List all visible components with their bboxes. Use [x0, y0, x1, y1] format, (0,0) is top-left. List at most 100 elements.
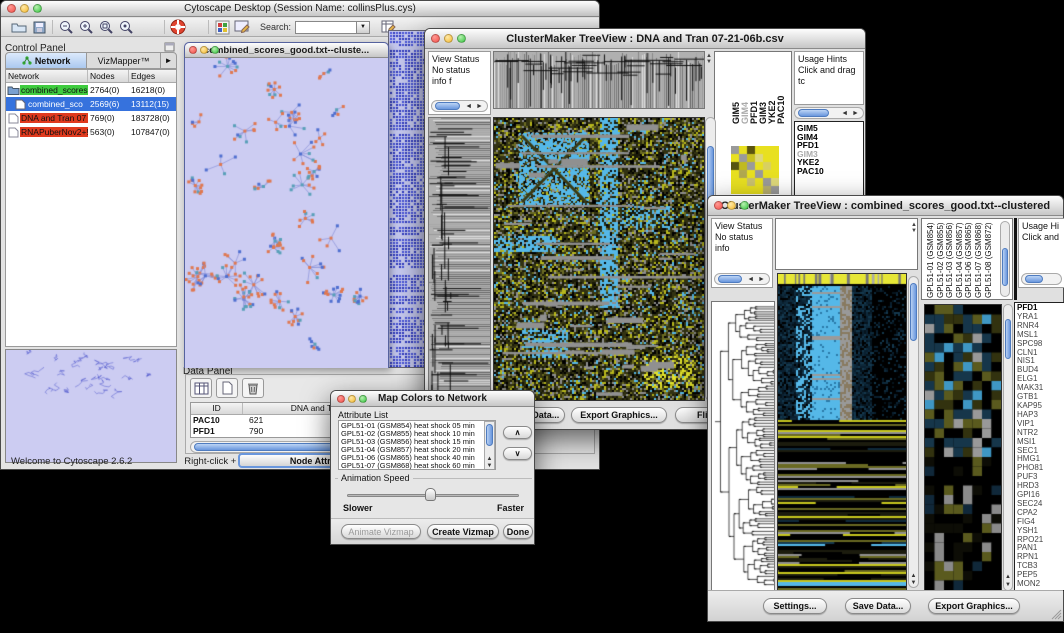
delete-attribute-trash-icon[interactable]: [242, 378, 264, 398]
tv2-settings-button[interactable]: Settings...: [763, 598, 827, 614]
tv2-hints-scrollbar[interactable]: [1021, 273, 1062, 285]
scroll-down-icon[interactable]: ▼: [909, 580, 918, 586]
column-label[interactable]: GPL51-06 (GSM865): [964, 222, 973, 298]
tv2-detail-heatmap-panel[interactable]: [924, 304, 1002, 591]
tv1-export-graphics-button[interactable]: Export Graphics...: [571, 407, 667, 423]
network-row-dna-tran[interactable]: DNA and Tran 07 769(0) 183728(0): [6, 111, 176, 125]
treeview1-titlebar[interactable]: ClusterMaker TreeView : DNA and Tran 07-…: [425, 29, 865, 49]
tv2-gene-vscrollbar[interactable]: ▲ ▼: [1003, 304, 1013, 591]
zoom-window-icon[interactable]: [211, 46, 219, 54]
network-view-titlebar[interactable]: combined_scores_good.txt--cluste...: [185, 43, 388, 58]
minimize-icon[interactable]: [200, 46, 208, 54]
scroll-arrows-icon[interactable]: ◄ ►: [841, 110, 863, 117]
column-label[interactable]: PAC10: [776, 96, 786, 124]
tv2-heatmap-panel[interactable]: [777, 273, 907, 591]
column-label[interactable]: GPL51-04 (GSM857): [955, 222, 964, 298]
zoom-selected-icon[interactable]: [116, 19, 136, 35]
zoom-fit-icon[interactable]: [96, 19, 116, 35]
minimize-icon[interactable]: [20, 4, 29, 13]
close-icon[interactable]: [337, 395, 345, 403]
scrollbar-thumb[interactable]: [718, 275, 742, 283]
edit-network-icon[interactable]: [232, 19, 252, 35]
network-row-combined-sco[interactable]: combined_sco 2569(6) 13112(15): [6, 97, 176, 111]
tv2-column-dendrogram-panel[interactable]: [775, 218, 918, 270]
column-label[interactable]: GPL51-07 (GSM868): [974, 222, 983, 298]
tv2-labels-vscrollbar[interactable]: [1000, 221, 1010, 297]
tv2-detail-heatmap[interactable]: [925, 305, 1001, 590]
animate-vizmap-button[interactable]: Animate Vizmap: [341, 524, 421, 539]
col-header-edges[interactable]: Edges: [129, 70, 176, 82]
scroll-arrows-icon[interactable]: ◄ ►: [465, 103, 487, 110]
minimize-icon[interactable]: [348, 395, 356, 403]
tv2-export-graphics-button[interactable]: Export Graphics...: [928, 598, 1020, 614]
close-icon[interactable]: [714, 201, 723, 210]
tv1-heatmap-panel[interactable]: [493, 117, 705, 401]
network-graph-canvas[interactable]: [185, 58, 388, 368]
select-attributes-icon[interactable]: [190, 378, 212, 398]
row-dendrogram[interactable]: [429, 118, 490, 400]
scroll-up-icon[interactable]: ▲: [1004, 574, 1012, 580]
scrollbar-thumb[interactable]: [798, 109, 829, 117]
scrollbar-thumb[interactable]: [435, 102, 460, 110]
minimize-icon[interactable]: [444, 34, 453, 43]
move-attribute-up-button[interactable]: ∧: [503, 426, 532, 439]
close-icon[interactable]: [431, 34, 440, 43]
row-dendrogram[interactable]: [712, 302, 774, 590]
scroll-up-icon[interactable]: ▲: [909, 573, 918, 579]
zoom-window-icon[interactable]: [740, 201, 749, 210]
zoom-out-icon[interactable]: [56, 19, 76, 35]
attribute-item[interactable]: GPL51-07 (GSM868) heat shock 60 min: [341, 462, 493, 470]
column-label[interactable]: GPL51-03 (GSM856): [945, 222, 954, 298]
network-overview-thumbnail[interactable]: [6, 350, 176, 462]
id-column-header[interactable]: ID: [191, 403, 243, 414]
move-attribute-down-button[interactable]: ∨: [503, 447, 532, 460]
tv1-status-scrollbar[interactable]: ◄ ►: [431, 100, 488, 112]
search-input[interactable]: [295, 21, 357, 34]
tab-network[interactable]: Network: [6, 53, 87, 68]
network-overview-panel[interactable]: [5, 349, 177, 463]
zoom-in-icon[interactable]: [76, 19, 96, 35]
dialog-titlebar[interactable]: Map Colors to Network: [331, 391, 534, 407]
attribute-list-vscrollbar[interactable]: ▲ ▼: [484, 421, 495, 470]
tv2-main-heatmap[interactable]: [778, 274, 906, 590]
column-label[interactable]: GPL51-08 (GSM872): [984, 222, 993, 298]
tv1-detail-heatmap[interactable]: [731, 146, 779, 194]
treeview2-titlebar[interactable]: ClusterMaker TreeView : combined_scores_…: [708, 196, 1063, 216]
search-dropdown-icon[interactable]: ▼: [357, 21, 370, 34]
tv2-heatmap-vscrollbar[interactable]: ▲ ▼: [908, 276, 919, 588]
done-button[interactable]: Done: [503, 524, 533, 539]
scrollbar-thumb[interactable]: [910, 283, 917, 341]
minimize-icon[interactable]: [727, 201, 736, 210]
tab-vizmapper[interactable]: VizMapper™: [87, 53, 160, 68]
tv2-status-scrollbar[interactable]: ◄ ►: [714, 273, 770, 285]
tv1-main-heatmap[interactable]: [494, 118, 704, 400]
save-icon[interactable]: [29, 19, 49, 35]
tv1-hints-scrollbar[interactable]: ◄ ►: [794, 107, 864, 119]
scroll-arrows-icon[interactable]: ◄ ►: [747, 276, 769, 283]
zoom-window-icon[interactable]: [33, 4, 42, 13]
tv1-column-dendrogram-panel[interactable]: [493, 51, 705, 109]
zoom-window-icon[interactable]: [457, 34, 466, 43]
cytoscape-titlebar[interactable]: Cytoscape Desktop (Session Name: collins…: [1, 1, 599, 17]
gene-label[interactable]: PAC10: [797, 167, 863, 176]
zoom-window-icon[interactable]: [359, 395, 367, 403]
scroll-down-icon[interactable]: ▼: [485, 463, 494, 469]
vizmapper-shortcut-icon[interactable]: [212, 19, 232, 35]
scroll-down-icon[interactable]: ▼: [1004, 582, 1012, 588]
scroll-up-icon[interactable]: ▲: [485, 456, 494, 462]
scrollbar-thumb[interactable]: [1005, 319, 1011, 359]
tv2-row-dendrogram-panel[interactable]: [711, 301, 775, 591]
new-attribute-icon[interactable]: [216, 378, 238, 398]
tab-overflow-arrow[interactable]: ►: [160, 53, 176, 68]
slider-thumb[interactable]: [425, 488, 436, 501]
close-icon[interactable]: [189, 46, 197, 54]
close-icon[interactable]: [7, 4, 16, 13]
tv1-row-dendrogram-panel[interactable]: [428, 117, 491, 401]
column-dendrogram[interactable]: [494, 52, 704, 108]
dendro-scroll-arrows-icon[interactable]: ▲▼: [706, 53, 712, 65]
column-label[interactable]: GPL51-02 (GSM855): [936, 222, 945, 298]
dendro-scroll-arrows-icon[interactable]: ▲▼: [911, 222, 917, 234]
gene-label[interactable]: MON2: [1015, 580, 1064, 589]
resize-grip-icon[interactable]: [1050, 608, 1062, 620]
help-lifering-icon[interactable]: [168, 19, 188, 35]
